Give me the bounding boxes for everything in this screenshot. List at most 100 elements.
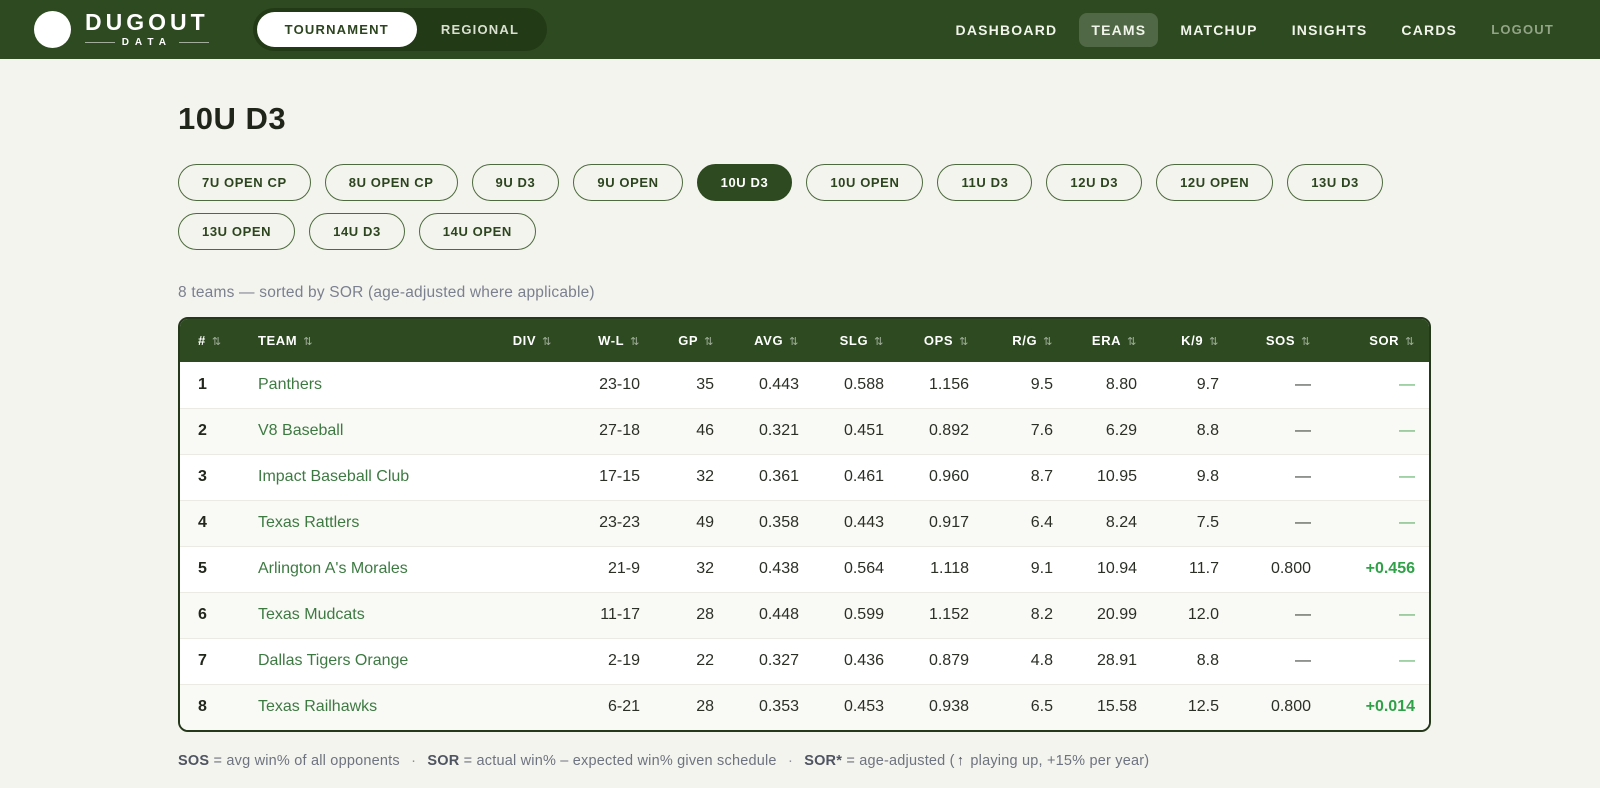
cell-avg: 0.361 [758, 468, 799, 485]
cell-wl: 27-18 [599, 422, 640, 439]
filter-pill-13u-open[interactable]: 13U OPEN [178, 213, 296, 250]
nav-item-dashboard[interactable]: DASHBOARD [944, 13, 1070, 47]
legend-sor-star-def-post: playing up, +15% per year) [970, 753, 1150, 769]
cell-avg: 0.443 [758, 375, 799, 393]
filter-pill-10u-open[interactable]: 10U OPEN [806, 164, 924, 201]
cell-div [490, 546, 570, 592]
column-header-rg[interactable]: R/G ⇅ [987, 319, 1071, 362]
cell-rank: 1 [198, 375, 207, 393]
cell-slg: 0.599 [843, 606, 884, 623]
nav-item-insights[interactable]: INSIGHTS [1280, 13, 1380, 47]
logo-icon [34, 11, 71, 48]
cell-avg: 0.448 [758, 606, 799, 623]
filter-pill-10u-d3[interactable]: 10U D3 [696, 164, 793, 201]
column-label: SOS [1265, 333, 1296, 348]
team-link[interactable]: Panthers [258, 376, 322, 393]
legend-sor-term: SOR [427, 753, 460, 769]
cell-rg: 9.5 [1030, 375, 1053, 393]
filter-pill-14u-d3[interactable]: 14U D3 [309, 213, 405, 250]
cell-team: Impact Baseball Club [240, 454, 490, 500]
cell-div [490, 684, 570, 730]
column-header-avg[interactable]: AVG ⇅ [732, 319, 817, 362]
sort-icon: ⇅ [1209, 336, 1219, 348]
nav-item-logout[interactable]: LOGOUT [1479, 13, 1566, 46]
team-link[interactable]: Arlington A's Morales [258, 560, 408, 577]
cell-sos: — [1295, 422, 1311, 439]
cell-rg: 8.2 [1030, 606, 1053, 623]
cell-slg: 0.453 [843, 698, 884, 716]
team-link[interactable]: Texas Mudcats [258, 606, 365, 623]
column-header-team[interactable]: TEAM ⇅ [240, 319, 490, 362]
standings-table: # ⇅ TEAM ⇅ DIV ⇅ W-L ⇅ GP ⇅ AVG ⇅ SLG ⇅ OPS ⇅ R/G ⇅ ERA ⇅ K/… [180, 319, 1429, 730]
filter-pill-14u-open[interactable]: 14U OPEN [418, 213, 536, 250]
cell-div [490, 454, 570, 500]
filter-pill-12u-d3[interactable]: 12U D3 [1046, 164, 1143, 201]
cell-team: V8 Baseball [240, 408, 490, 454]
column-header-slg[interactable]: SLG ⇅ [817, 319, 902, 362]
legend-dot: · [787, 753, 793, 769]
filter-pill-13u-d3[interactable]: 13U D3 [1287, 164, 1383, 201]
column-header-rank[interactable]: # ⇅ [180, 319, 240, 362]
brand-sub-label: DATA [121, 37, 172, 48]
cell-gp: 49 [696, 514, 714, 531]
cell-sor: +0.014 [1365, 698, 1415, 716]
toggle-tournament[interactable]: TOURNAMENT [256, 12, 417, 47]
team-link[interactable]: V8 Baseball [258, 422, 343, 439]
nav-item-teams[interactable]: TEAMS [1079, 12, 1159, 47]
cell-ops: 0.879 [928, 652, 969, 669]
cell-rank: 7 [198, 652, 207, 669]
team-link[interactable]: Texas Rattlers [258, 514, 359, 531]
cell-rank: 6 [198, 606, 207, 623]
column-header-div[interactable]: DIV ⇅ [490, 319, 570, 362]
cell-wl: 6-21 [607, 698, 640, 716]
table-row: 8 Texas Railhawks 6-21 28 0.353 0.453 0.938 6.5… [180, 684, 1429, 730]
sort-icon: ⇅ [211, 336, 222, 348]
table-row: 3 Impact Baseball Club 17-15 32 0.361 0.461 0.… [180, 454, 1429, 500]
nav-item-matchup[interactable]: MATCHUP [1168, 13, 1269, 47]
column-header-gp[interactable]: GP ⇅ [658, 319, 732, 362]
column-header-era[interactable]: ERA ⇅ [1071, 319, 1155, 362]
nav-links: DASHBOARD TEAMS MATCHUP INSIGHTS CARDS L… [944, 12, 1566, 47]
table-row: 2 V8 Baseball 27-18 46 0.321 0.451 0.892 7.6 6.2… [180, 408, 1429, 454]
filter-pill-9u-open[interactable]: 9U OPEN [573, 164, 683, 201]
team-link[interactable]: Impact Baseball Club [258, 468, 409, 485]
brand-sub: DATA [85, 37, 209, 48]
column-header-wl[interactable]: W-L ⇅ [570, 319, 658, 362]
column-header-sos[interactable]: SOS ⇅ [1237, 319, 1329, 362]
toggle-regional[interactable]: REGIONAL [417, 12, 543, 47]
cell-avg: 0.438 [758, 560, 799, 577]
sort-icon: ⇅ [789, 336, 799, 348]
legend-sor-def: = actual win% – expected win% given sche… [463, 753, 777, 769]
sort-icon: ⇅ [1301, 336, 1311, 348]
filter-pill-7u-open-cp[interactable]: 7U OPEN CP [178, 164, 311, 201]
cell-gp: 35 [696, 375, 714, 393]
cell-ops: 1.156 [928, 375, 969, 393]
cell-avg: 0.358 [758, 514, 799, 531]
cell-k9: 8.8 [1196, 422, 1219, 439]
filter-pill-11u-d3[interactable]: 11U D3 [937, 164, 1033, 201]
column-header-k9[interactable]: K/9 ⇅ [1155, 319, 1237, 362]
sort-icon: ⇅ [874, 336, 884, 348]
filter-pill-12u-open[interactable]: 12U OPEN [1156, 164, 1274, 201]
sort-icon: ⇅ [542, 336, 552, 348]
column-header-sor[interactable]: SOR ⇅ [1329, 319, 1429, 362]
page-title: 10U D3 [178, 101, 287, 136]
column-label: K/9 [1181, 333, 1204, 348]
team-link[interactable]: Dallas Tigers Orange [258, 652, 408, 669]
cell-ops: 0.917 [928, 514, 969, 531]
cell-k9: 9.8 [1196, 468, 1219, 485]
legend-dot: · [411, 753, 417, 769]
filter-pill-8u-open-cp[interactable]: 8U OPEN CP [324, 164, 458, 201]
cell-gp: 32 [696, 560, 714, 577]
table-header-row: # ⇅ TEAM ⇅ DIV ⇅ W-L ⇅ GP ⇅ AVG ⇅ SLG ⇅ OPS ⇅ R/G ⇅ ERA ⇅ K/… [180, 319, 1429, 362]
column-header-ops[interactable]: OPS ⇅ [902, 319, 987, 362]
cell-sos: — [1295, 468, 1311, 485]
cell-sos: — [1295, 514, 1311, 531]
cell-sor: — [1399, 514, 1415, 531]
cell-avg: 0.353 [758, 698, 799, 716]
cell-rank: 8 [198, 698, 207, 716]
team-link[interactable]: Texas Railhawks [258, 698, 377, 715]
nav-item-cards[interactable]: CARDS [1389, 13, 1469, 47]
filter-pill-9u-d3[interactable]: 9U D3 [471, 164, 560, 201]
cell-wl: 2-19 [607, 652, 640, 669]
